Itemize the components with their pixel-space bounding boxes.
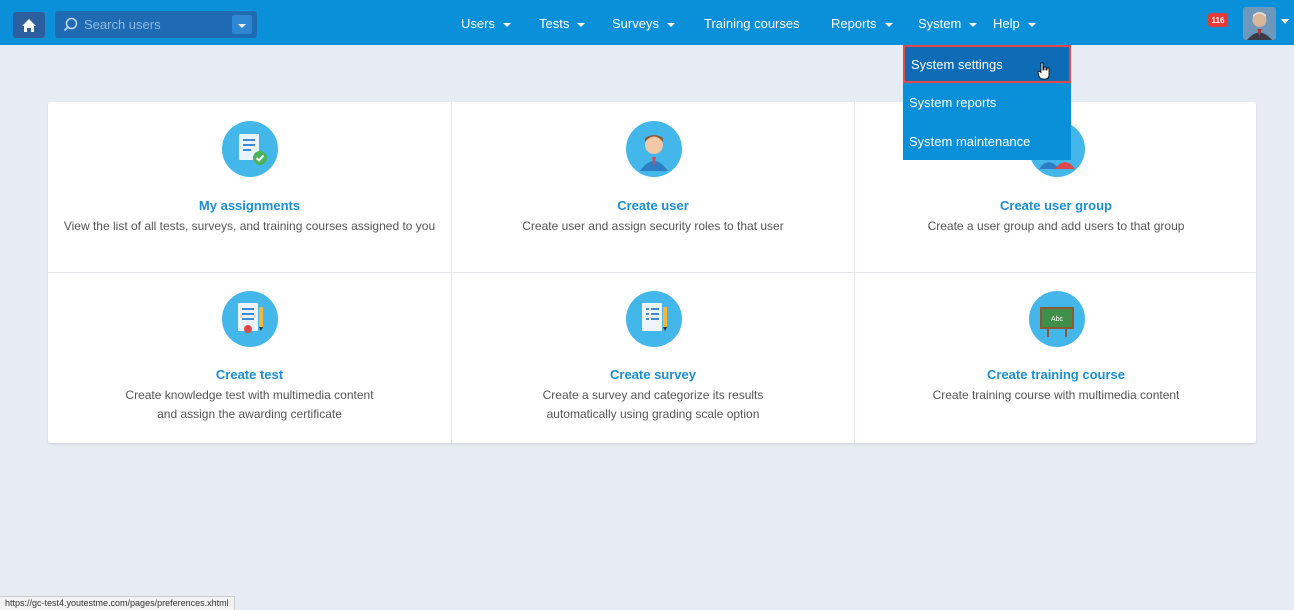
card-create-survey[interactable]: Create survey Create a survey and catego…: [451, 273, 854, 443]
chevron-down-icon: [969, 22, 978, 27]
card-title[interactable]: Create user group: [855, 198, 1257, 213]
search-users-field[interactable]: Search users: [55, 11, 257, 38]
card-title[interactable]: Create training course: [855, 367, 1257, 382]
card-description: Create training course with multimedia c…: [932, 388, 1180, 402]
home-icon: [22, 18, 36, 32]
chevron-down-icon: [577, 22, 586, 27]
nav-users[interactable]: Users: [461, 16, 511, 31]
menu-item-system-maintenance[interactable]: System maintenance: [903, 122, 1071, 160]
chevron-down-icon: [502, 22, 511, 27]
search-filter-dropdown-button[interactable]: [232, 15, 252, 34]
status-bar-url: https://gc-test4.youtestme.com/pages/pre…: [0, 596, 235, 610]
card-description: Create knowledge test with multimedia co…: [125, 388, 374, 421]
nav-reports[interactable]: Reports: [831, 16, 893, 31]
card-my-assignments[interactable]: My assignments View the list of all test…: [48, 102, 451, 272]
user-photo-icon: [1243, 7, 1276, 40]
notifications-button[interactable]: 116: [1208, 13, 1230, 35]
hand-cursor-icon: [1037, 62, 1050, 80]
card-create-test[interactable]: Create test Create knowledge test with m…: [48, 273, 451, 443]
chevron-down-icon[interactable]: [1281, 19, 1289, 25]
search-icon: [63, 17, 78, 32]
search-input[interactable]: Search users: [84, 17, 161, 32]
notification-count-badge: 116: [1208, 13, 1228, 27]
home-button[interactable]: [13, 12, 45, 38]
chevron-down-icon: [884, 22, 893, 27]
card-create-training-course[interactable]: Abc Create training course Create traini…: [854, 273, 1257, 443]
chevron-down-icon: [238, 23, 246, 28]
survey-document-icon: [626, 291, 682, 347]
card-description: Create user and assign security roles to…: [522, 219, 784, 233]
chalkboard-icon: Abc: [1029, 291, 1085, 347]
user-icon: [626, 121, 682, 177]
nav-tests[interactable]: Tests: [539, 16, 586, 31]
card-description: View the list of all tests, surveys, and…: [63, 219, 436, 233]
nav-surveys[interactable]: Surveys: [612, 16, 675, 31]
chevron-down-icon: [666, 22, 675, 27]
assignment-checklist-icon: [222, 121, 278, 177]
quick-actions-grid: My assignments View the list of all test…: [48, 102, 1256, 443]
top-navigation-bar: Search users Users Tests Surveys Trainin…: [0, 0, 1294, 45]
card-title[interactable]: Create test: [48, 367, 451, 382]
card-create-user[interactable]: Create user Create user and assign secur…: [451, 102, 854, 272]
test-document-icon: [222, 291, 278, 347]
nav-training-courses[interactable]: Training courses: [704, 16, 800, 31]
card-title[interactable]: Create user: [452, 198, 854, 213]
card-title[interactable]: Create survey: [452, 367, 854, 382]
card-description: Create a survey and categorize its resul…: [542, 388, 764, 421]
nav-help[interactable]: Help: [993, 16, 1036, 31]
nav-system[interactable]: System: [918, 16, 978, 31]
card-title[interactable]: My assignments: [48, 198, 451, 213]
chalkboard-text: Abc: [1051, 316, 1064, 323]
user-avatar[interactable]: [1243, 7, 1276, 40]
chevron-down-icon: [1027, 22, 1036, 27]
card-description: Create a user group and add users to tha…: [927, 219, 1185, 233]
menu-item-system-reports[interactable]: System reports: [903, 83, 1071, 121]
